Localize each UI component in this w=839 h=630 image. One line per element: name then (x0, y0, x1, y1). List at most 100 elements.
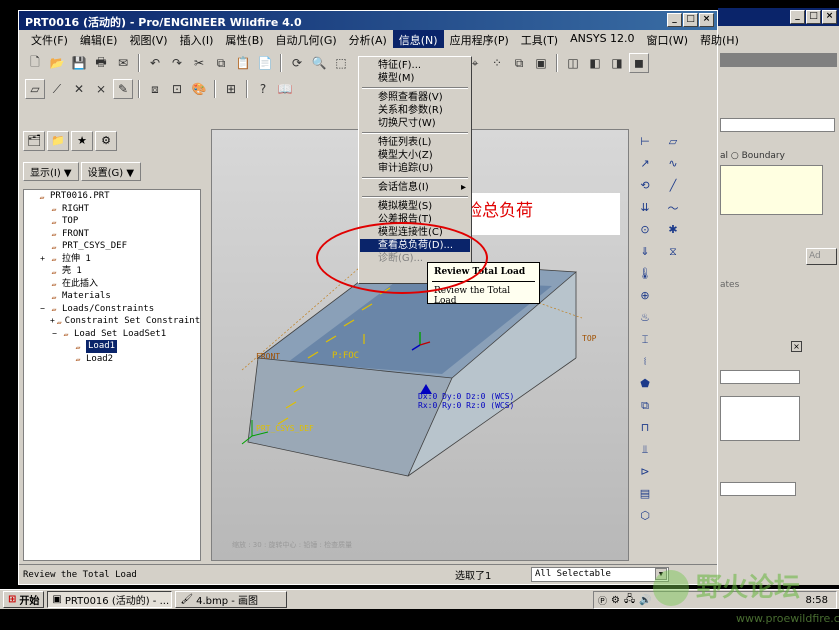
taskbar-task-paint[interactable]: 🖌 4.bmp - 画图 (175, 591, 288, 608)
menu-edit[interactable]: 编辑(E) (74, 30, 124, 48)
shell-pair-icon[interactable]: ⧉ (633, 395, 657, 416)
info-menu-item[interactable]: 模型连接性(C) (360, 226, 470, 239)
tree-item[interactable]: − ▱ Load Set LoadSet1 (24, 328, 200, 341)
tree-item[interactable]: ▱ 壳 1 (24, 265, 200, 278)
moment-icon[interactable]: ⟲ (633, 175, 657, 196)
bg-close-button[interactable]: × (822, 10, 837, 24)
bearing-icon[interactable]: ⊙ (633, 219, 657, 240)
copy-icon[interactable]: ⧉ (211, 53, 231, 73)
menu-file[interactable]: 文件(F) (25, 30, 74, 48)
collapse-minus-icon[interactable]: − (50, 328, 59, 341)
tree-item[interactable]: ▱ FRONT (24, 228, 200, 241)
menu-properties[interactable]: 属性(B) (219, 30, 269, 48)
annotation-display-icon[interactable]: ✎ (113, 79, 133, 99)
tree-item[interactable]: − ▱ Loads/Constraints (24, 303, 200, 316)
info-menu-item[interactable]: 特征列表(L) (360, 136, 470, 149)
maximize-button[interactable]: □ (683, 13, 698, 27)
bg-maximize-button[interactable]: □ (806, 10, 821, 24)
close-button[interactable]: × (699, 13, 714, 27)
datum-axis-display-icon[interactable]: ⟋ (47, 79, 67, 99)
cut-icon[interactable]: ✂ (189, 53, 209, 73)
ime-icon[interactable]: Ⓟ (598, 594, 607, 607)
menu-view[interactable]: 视图(V) (123, 30, 173, 48)
favorites-tab-icon[interactable]: ★ (71, 131, 93, 151)
datum-point-icon[interactable]: ⁘ (487, 53, 507, 73)
beam-icon[interactable]: ⌶ (633, 329, 657, 350)
tree-item[interactable]: ▱ Load2 (24, 353, 200, 366)
undo-icon[interactable]: ↶ (145, 53, 165, 73)
datum-plane-display-icon[interactable]: ▱ (25, 79, 45, 99)
contact-icon[interactable]: ⊳ (633, 461, 657, 482)
temperature-icon[interactable]: 🌡 (633, 263, 657, 284)
wireframe-icon[interactable]: ◫ (563, 53, 583, 73)
tree-item[interactable]: ▱ RIGHT (24, 203, 200, 216)
menu-analysis[interactable]: 分析(A) (343, 30, 393, 48)
tree-item[interactable]: ▱ Materials (24, 290, 200, 303)
tree-item[interactable]: + ▱ Constraint Set ConstraintSe (24, 315, 200, 328)
shading-icon[interactable]: ◼ (629, 53, 649, 73)
info-menu-item[interactable]: 模型大小(Z) (360, 149, 470, 162)
window-icon[interactable]: ⊞ (221, 79, 241, 99)
menu-help[interactable]: 帮助(H) (694, 30, 745, 48)
open-folder-icon[interactable]: 📂 (47, 53, 67, 73)
force-icon[interactable]: ↗ (633, 153, 657, 174)
info-menu-item[interactable]: 模拟模型(S) (360, 200, 470, 213)
tree-item[interactable]: ▱ PRT0016.PRT (24, 190, 200, 203)
print-icon[interactable]: 🖶 (91, 53, 111, 73)
tree-item[interactable]: + ▱ 拉伸 1 (24, 253, 200, 266)
mass-icon[interactable]: ⬟ (633, 373, 657, 394)
model-setup-icon[interactable]: ⧈ (145, 79, 165, 99)
view-manager-icon[interactable]: ▣ (531, 53, 551, 73)
find-icon[interactable]: 🔍 (309, 53, 329, 73)
mesh-icon[interactable]: ⬡ (633, 505, 657, 526)
info-menu-item[interactable]: 特征(F)... (360, 59, 470, 72)
sketch-icon[interactable]: ∿ (661, 153, 685, 174)
info-menu-item[interactable]: 审计追踪(U) (360, 162, 470, 175)
info-menu-item[interactable]: 会话信息(I) ▸ (360, 181, 470, 194)
hidden-line-icon[interactable]: ◧ (585, 53, 605, 73)
expand-plus-icon[interactable]: + (50, 315, 55, 328)
gravity-icon[interactable]: ⇓ (633, 241, 657, 262)
datum-axis-tool-icon[interactable]: ╱ (661, 175, 685, 196)
csys-tool-icon[interactable]: ⧖ (661, 241, 685, 262)
info-menu-item[interactable]: 查看总负荷(D)... (360, 239, 470, 252)
bg-add-button[interactable]: Ad (806, 248, 837, 265)
settings-menu[interactable]: 设置(G) ▼ (80, 162, 142, 181)
info-menu-item[interactable]: 模型(M) (360, 72, 470, 85)
bg-input[interactable] (720, 118, 835, 132)
color-appearance-icon[interactable]: 🎨 (189, 79, 209, 99)
folder-browser-tab-icon[interactable]: 📁 (47, 131, 69, 151)
taskbar-task-proe[interactable]: ▣ PRT0016 (活动的) - ... (47, 591, 173, 608)
no-hidden-icon[interactable]: ◨ (607, 53, 627, 73)
collapse-minus-icon[interactable]: − (38, 303, 47, 316)
start-button[interactable]: ⊞ 开始 (3, 591, 45, 608)
csys-display-icon[interactable]: ⨯ (91, 79, 111, 99)
email-icon[interactable]: ✉ (113, 53, 133, 73)
menu-tools[interactable]: 工具(T) (515, 30, 564, 48)
select-box-icon[interactable]: ⬚ (331, 53, 351, 73)
bg-minimize-button[interactable]: _ (790, 10, 805, 24)
material-assign-icon[interactable]: ▤ (633, 483, 657, 504)
constraint-icon[interactable]: ⊢ (633, 131, 657, 152)
show-menu[interactable]: 显示(I) ▼ (23, 162, 79, 181)
radio-icon[interactable]: ○ (731, 151, 742, 161)
bg-select[interactable] (720, 482, 796, 496)
layers-icon[interactable]: ⧉ (509, 53, 529, 73)
paste-icon[interactable]: 📋 (233, 53, 253, 73)
expand-plus-icon[interactable]: + (38, 253, 47, 266)
info-menu-item[interactable]: 参照查看器(V) (360, 91, 470, 104)
regenerate-icon[interactable]: ⟳ (287, 53, 307, 73)
model-info-icon[interactable]: ⊡ (167, 79, 187, 99)
new-file-icon[interactable]: 🗋 (25, 53, 45, 73)
centrifugal-icon[interactable]: ⊕ (633, 285, 657, 306)
menu-info[interactable]: 信息(N) (392, 30, 444, 48)
menu-ansys[interactable]: ANSYS 12.0 (564, 30, 640, 48)
datum-plane-tool-icon[interactable]: ⏥ (661, 131, 685, 152)
tree-item[interactable]: ▱ TOP (24, 215, 200, 228)
info-menu-item[interactable]: 公差报告(T) (360, 213, 470, 226)
save-icon[interactable]: 💾 (69, 53, 89, 73)
menu-applications[interactable]: 应用程序(P) (444, 30, 515, 48)
info-menu-item[interactable]: 切换尺寸(W) (360, 117, 470, 130)
tray-icon[interactable]: ⚙ (611, 595, 620, 606)
pressure-icon[interactable]: ⇊ (633, 197, 657, 218)
